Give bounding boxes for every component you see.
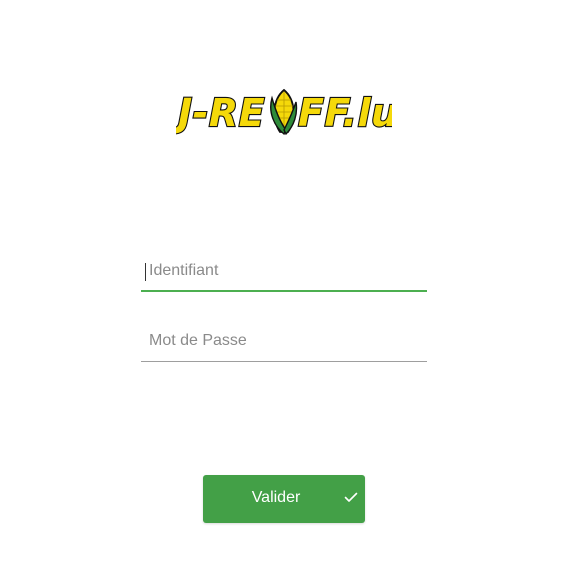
- svg-text:FF.lu: FF.lu: [298, 91, 392, 135]
- username-input[interactable]: [141, 246, 427, 292]
- brand-logo: J-RE FF.lu: [176, 86, 392, 136]
- login-page: J-RE FF.lu Valider: [0, 0, 568, 568]
- username-underline: [141, 290, 427, 292]
- text-caret: [145, 263, 146, 281]
- submit-button[interactable]: Valider: [203, 475, 365, 523]
- check-icon: [344, 492, 358, 502]
- svg-text:J-RE: J-RE: [176, 91, 265, 135]
- username-field[interactable]: [141, 246, 427, 292]
- corn-cob-icon: [270, 88, 298, 136]
- submit-button-label: Valider: [251, 489, 301, 506]
- password-input[interactable]: [141, 316, 427, 362]
- password-field[interactable]: [141, 316, 427, 362]
- brand-logo-graphic: J-RE FF.lu: [176, 88, 392, 136]
- password-underline: [141, 361, 427, 362]
